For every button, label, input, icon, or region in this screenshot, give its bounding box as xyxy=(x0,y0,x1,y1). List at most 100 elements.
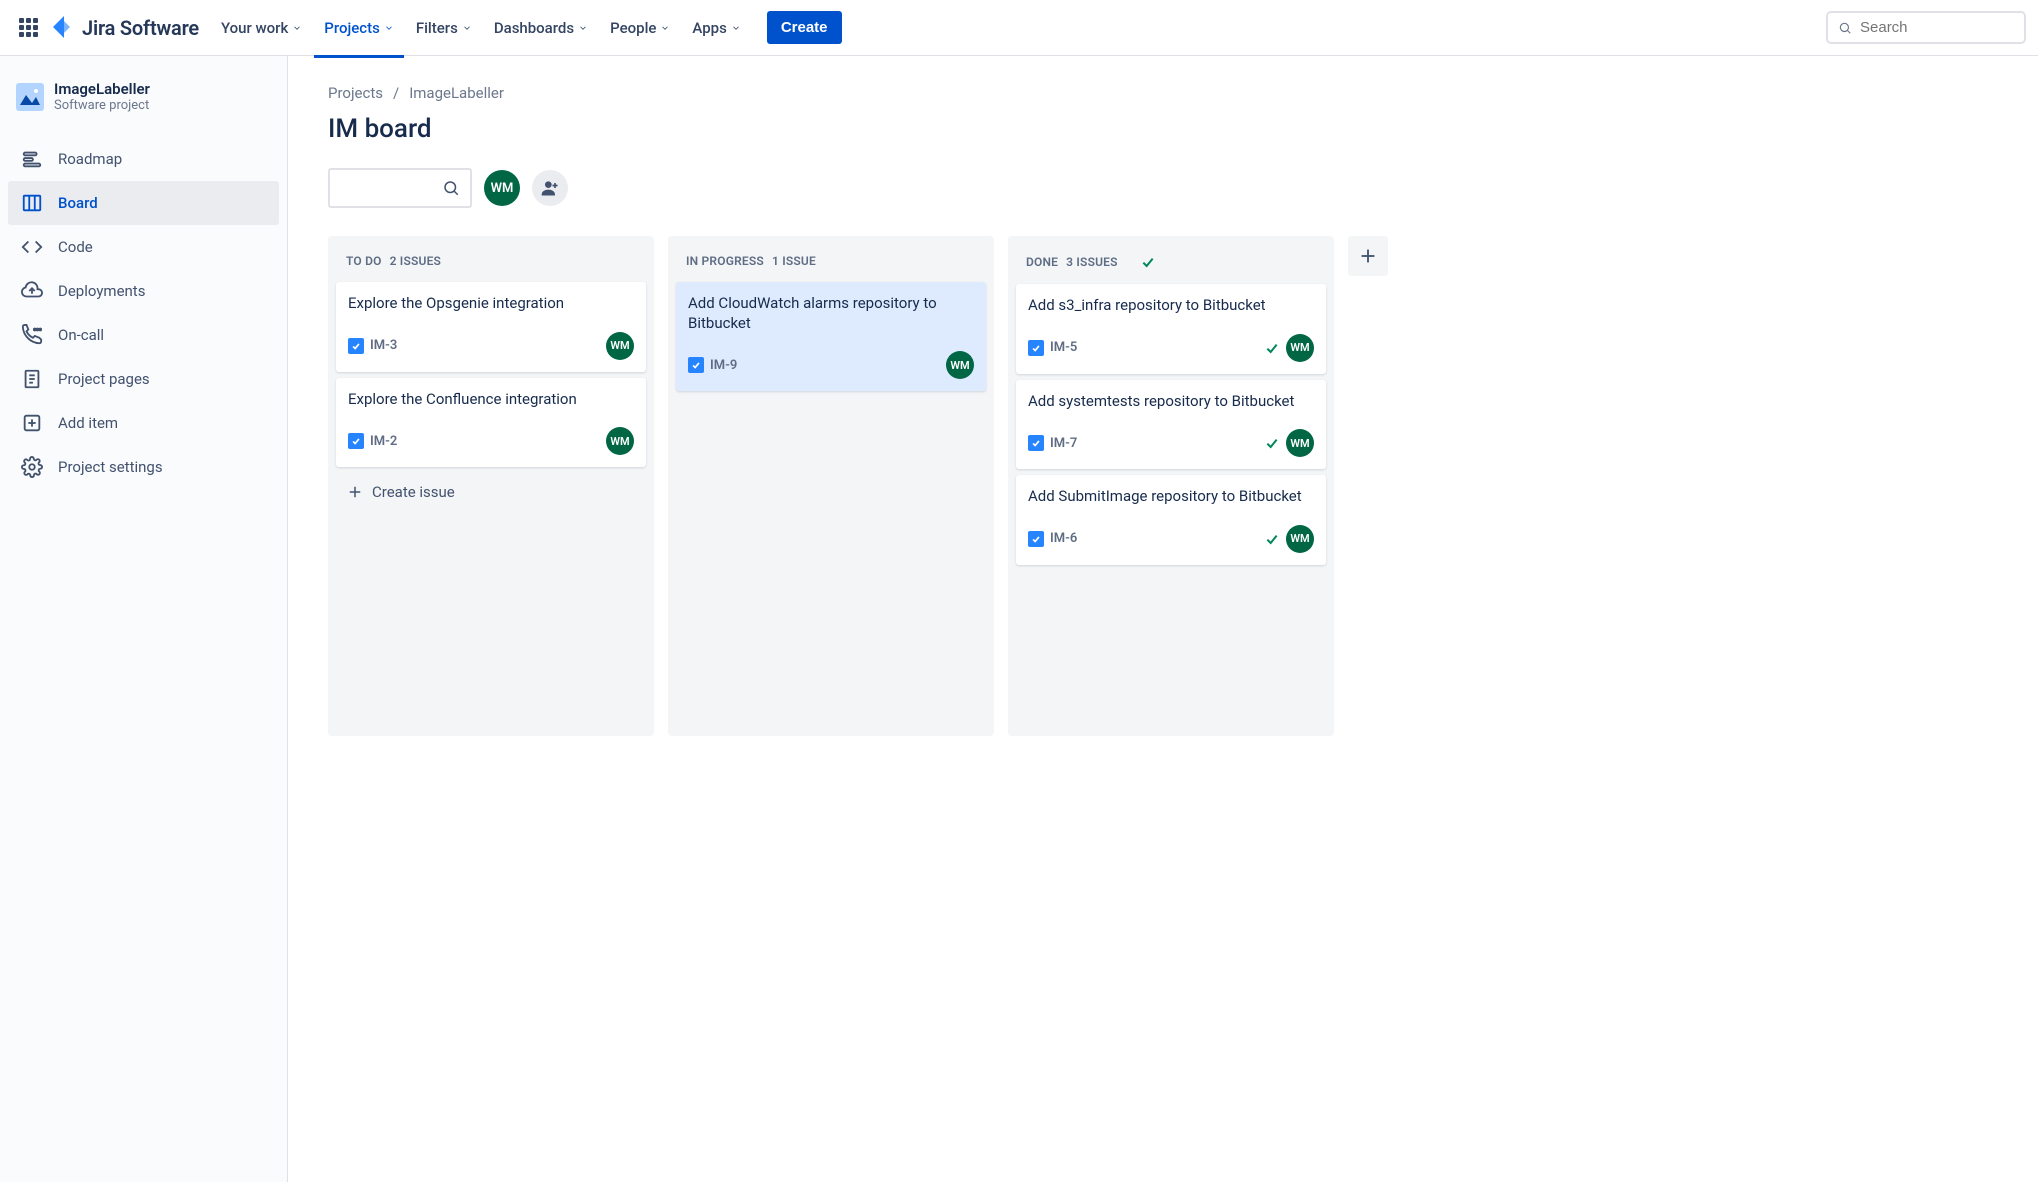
project-avatar-icon xyxy=(16,83,44,111)
column-title: TO DO xyxy=(346,254,382,268)
project-header[interactable]: ImageLabeller Software project xyxy=(8,80,279,137)
deploy-icon xyxy=(20,279,44,303)
issue-key: IM-2 xyxy=(370,434,397,449)
breadcrumb-project[interactable]: ImageLabeller xyxy=(409,84,504,102)
issue-card[interactable]: Add SubmitImage repository to Bitbucket I… xyxy=(1016,475,1326,565)
assignee-avatar[interactable]: WM xyxy=(946,351,974,379)
card-title: Add CloudWatch alarms repository to Bitb… xyxy=(688,294,974,333)
nav-item-label: Your work xyxy=(221,19,288,37)
column-header[interactable]: IN PROGRESS 1 ISSUE xyxy=(676,244,986,282)
settings-icon xyxy=(20,455,44,479)
jira-logo-text: Jira Software xyxy=(82,16,199,40)
column-title: IN PROGRESS xyxy=(686,254,764,268)
add-people-icon xyxy=(540,178,560,198)
nav-item-filters[interactable]: Filters xyxy=(406,13,482,43)
assignee-avatar[interactable]: WM xyxy=(606,332,634,360)
roadmap-icon xyxy=(20,147,44,171)
column-to-do: TO DO 2 ISSUESExplore the Opsgenie integ… xyxy=(328,236,654,736)
chevron-down-icon xyxy=(731,23,741,33)
issue-card[interactable]: Explore the Opsgenie integrationIM-3WM xyxy=(336,282,646,372)
chevron-down-icon xyxy=(384,23,394,33)
assignee-avatar[interactable]: WM xyxy=(1286,429,1314,457)
nav-item-label: Filters xyxy=(416,19,458,37)
add-column-button[interactable] xyxy=(1348,236,1388,276)
column-header[interactable]: TO DO 2 ISSUES xyxy=(336,244,646,282)
issue-key: IM-5 xyxy=(1050,340,1077,355)
sidebar-item-on-call[interactable]: On-call xyxy=(8,313,279,357)
sidebar-item-label: Project settings xyxy=(58,458,163,476)
column-title: DONE xyxy=(1026,255,1058,269)
issue-key: IM-9 xyxy=(710,358,737,373)
sidebar-item-project-pages[interactable]: Project pages xyxy=(8,357,279,401)
column-count: 2 ISSUES xyxy=(390,254,442,268)
sidebar-item-board[interactable]: Board xyxy=(8,181,279,225)
pages-icon xyxy=(20,367,44,391)
sidebar-item-add-item[interactable]: Add item xyxy=(8,401,279,445)
chevron-down-icon xyxy=(462,23,472,33)
create-button[interactable]: Create xyxy=(767,11,842,44)
project-name: ImageLabeller xyxy=(54,80,150,98)
assignee-avatar[interactable]: WM xyxy=(1286,525,1314,553)
nav-item-apps[interactable]: Apps xyxy=(682,13,750,43)
issue-card[interactable]: Add systemtests repository to Bitbucket I… xyxy=(1016,380,1326,470)
sidebar-item-code[interactable]: Code xyxy=(8,225,279,269)
task-type-icon xyxy=(1028,435,1044,451)
sidebar-item-roadmap[interactable]: Roadmap xyxy=(8,137,279,181)
sidebar: ImageLabeller Software project Roadmap Bo… xyxy=(0,56,288,1182)
nav-item-label: Apps xyxy=(692,19,726,37)
sidebar-item-project-settings[interactable]: Project settings xyxy=(8,445,279,489)
oncall-icon xyxy=(20,323,44,347)
done-check-icon xyxy=(1264,435,1280,451)
issue-card[interactable]: Add s3_infra repository to Bitbucket IM-5… xyxy=(1016,284,1326,374)
issue-card[interactable]: Add CloudWatch alarms repository to Bitb… xyxy=(676,282,986,391)
column-count: 1 ISSUE xyxy=(772,254,816,268)
board-search[interactable] xyxy=(328,168,472,208)
column-count: 3 ISSUES xyxy=(1066,255,1118,269)
done-check-icon xyxy=(1264,340,1280,356)
done-column-icon xyxy=(1140,254,1156,270)
nav-item-people[interactable]: People xyxy=(600,13,680,43)
assignee-avatar[interactable]: WM xyxy=(606,427,634,455)
card-title: Add s3_infra repository to Bitbucket xyxy=(1028,296,1314,316)
chevron-down-icon xyxy=(660,23,670,33)
nav-item-your-work[interactable]: Your work xyxy=(211,13,312,43)
global-search[interactable] xyxy=(1826,11,2026,44)
issue-key: IM-7 xyxy=(1050,436,1077,451)
card-title: Add SubmitImage repository to Bitbucket xyxy=(1028,487,1314,507)
sidebar-item-label: Code xyxy=(58,238,93,256)
assignee-avatar[interactable]: WM xyxy=(1286,334,1314,362)
add-people-button[interactable] xyxy=(532,170,568,206)
search-icon xyxy=(1838,20,1852,36)
nav-item-dashboards[interactable]: Dashboards xyxy=(484,13,598,43)
issue-key: IM-6 xyxy=(1050,531,1077,546)
nav-item-label: Projects xyxy=(324,19,380,37)
top-nav: Jira Software Your work Projects Filters Da… xyxy=(0,0,2038,56)
search-icon xyxy=(442,179,460,197)
global-search-input[interactable] xyxy=(1860,19,2014,36)
card-title: Add systemtests repository to Bitbucket xyxy=(1028,392,1314,412)
jira-logo[interactable]: Jira Software xyxy=(52,16,199,40)
column-header[interactable]: DONE 3 ISSUES xyxy=(1016,244,1326,284)
create-issue-button[interactable]: Create issue xyxy=(336,473,646,511)
nav-items: Your work Projects Filters Dashboards People… xyxy=(211,13,751,43)
done-check-icon xyxy=(1264,531,1280,547)
breadcrumb-root[interactable]: Projects xyxy=(328,84,383,102)
app-switcher-icon xyxy=(19,18,38,37)
sidebar-item-label: Roadmap xyxy=(58,150,122,168)
nav-item-label: People xyxy=(610,19,656,37)
sidebar-item-label: Deployments xyxy=(58,282,145,300)
user-avatar[interactable]: WM xyxy=(484,170,520,206)
breadcrumb: Projects / ImageLabeller xyxy=(328,84,1998,102)
app-switcher-button[interactable] xyxy=(12,12,44,44)
issue-card[interactable]: Explore the Confluence integrationIM-2WM xyxy=(336,378,646,468)
nav-item-projects[interactable]: Projects xyxy=(314,13,404,43)
code-icon xyxy=(20,235,44,259)
add-icon xyxy=(20,411,44,435)
card-title: Explore the Opsgenie integration xyxy=(348,294,634,314)
project-type: Software project xyxy=(54,98,150,113)
chevron-down-icon xyxy=(578,23,588,33)
board-icon xyxy=(20,191,44,215)
jira-logo-icon xyxy=(52,16,76,40)
sidebar-item-deployments[interactable]: Deployments xyxy=(8,269,279,313)
plus-icon xyxy=(346,483,364,501)
